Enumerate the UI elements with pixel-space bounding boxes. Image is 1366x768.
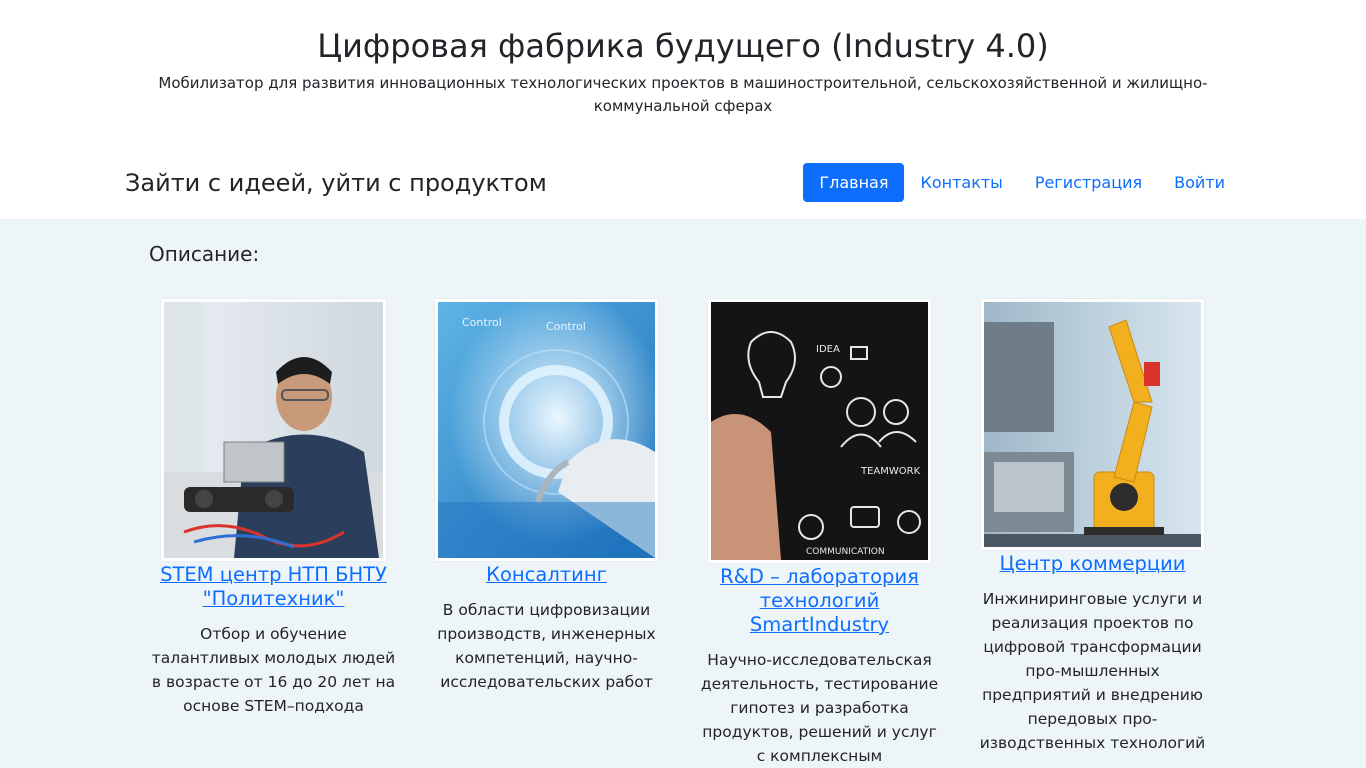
card-consulting-text: В области цифровизации производств, инже… <box>437 601 656 691</box>
stem-photo-illustration <box>164 302 383 558</box>
card-stem-text: Отбор и обучение талантливых молодых люд… <box>151 625 396 715</box>
nav-item-contacts[interactable]: Контакты <box>904 163 1018 202</box>
photo-label-control-2: Control <box>546 320 586 333</box>
card-stem-title[interactable]: STEM центр НТП БНТУ "Политехник" <box>151 563 396 611</box>
consulting-photo-illustration: Control Control <box>438 302 655 558</box>
card-commerce-image[interactable] <box>981 299 1204 550</box>
commerce-photo-illustration <box>984 302 1201 547</box>
navbar: Зайти с идеей, уйти с продуктом Главная … <box>0 160 1366 205</box>
card-consulting: Control Control Консалтинг В области циф… <box>424 299 669 694</box>
rnd-photo-illustration: IDEA TEAMWORK COMMUNICATION <box>711 302 928 560</box>
navbar-brand[interactable]: Зайти с идеей, уйти с продуктом <box>125 168 547 198</box>
card-commerce-title[interactable]: Центр коммерции <box>970 552 1215 576</box>
card-rnd-title[interactable]: R&D – лаборатория технологий SmartIndust… <box>697 565 942 637</box>
card-stem-center: STEM центр НТП БНТУ "Политехник" Отбор и… <box>151 299 396 718</box>
nav-item-home[interactable]: Главная <box>803 163 905 202</box>
photo-label-communication: COMMUNICATION <box>806 547 885 557</box>
photo-label-idea: IDEA <box>816 344 840 355</box>
photo-label-teamwork: TEAMWORK <box>860 466 921 477</box>
photo-label-control-1: Control <box>462 316 502 329</box>
card-commerce-center: Центр коммерции Инжиниринговые услуги и … <box>970 299 1215 755</box>
main-content: Описание: STEM центр НТП БНТУ "Политехни… <box>0 219 1366 768</box>
card-rnd-image[interactable]: IDEA TEAMWORK COMMUNICATION <box>708 299 931 563</box>
card-consulting-image[interactable]: Control Control <box>435 299 658 561</box>
site-subtitle: Мобилизатор для развития инновационных т… <box>158 74 1208 115</box>
site-title: Цифровая фабрика будущего (Industry 4.0) <box>317 27 1049 65</box>
card-stem-image[interactable] <box>161 299 386 561</box>
card-commerce-text: Инжиниринговые услуги и реализация проек… <box>979 590 1206 752</box>
section-title: Описание: <box>149 242 260 266</box>
nav-menu: Главная Контакты Регистрация Войти <box>803 163 1241 202</box>
card-rnd-lab: IDEA TEAMWORK COMMUNICATION R&D – лабора… <box>697 299 942 768</box>
nav-item-login[interactable]: Войти <box>1158 163 1241 202</box>
card-rnd-text: Научно-исследовательская деятельность, т… <box>700 651 939 765</box>
site-header: Цифровая фабрика будущего (Industry 4.0)… <box>0 0 1366 118</box>
card-consulting-title[interactable]: Консалтинг <box>424 563 669 587</box>
nav-item-register[interactable]: Регистрация <box>1019 163 1158 202</box>
